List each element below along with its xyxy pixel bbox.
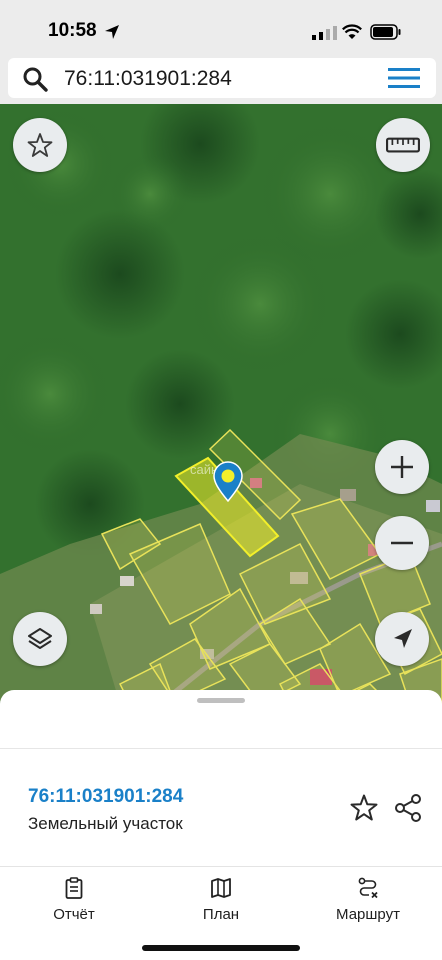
zoom-in-button[interactable] [375,440,429,494]
favorite-button[interactable] [13,118,67,172]
search-icon[interactable] [22,66,48,92]
ruler-icon [386,137,420,153]
tab-route[interactable]: Маршрут [330,876,406,930]
tab-route-label: Маршрут [336,906,400,923]
zoom-out-button[interactable] [375,516,429,570]
satellite-map[interactable]: сайнет [0,104,442,704]
parcel-number[interactable]: 76:11:031901:284 [28,786,183,808]
plus-icon [391,456,413,478]
battery-icon [370,24,401,40]
wifi-icon [342,24,362,39]
signal-icon [312,26,337,40]
my-location-button[interactable] [375,612,429,666]
location-arrow-icon [105,25,119,39]
route-icon [358,877,378,899]
navigation-arrow-icon [394,629,412,648]
home-indicator [142,945,300,951]
tab-report-label: Отчёт [53,906,95,923]
status-time: 10:58 [48,20,97,41]
layers-button[interactable] [13,612,67,666]
tab-plan[interactable]: План [194,876,248,930]
hamburger-menu-icon[interactable] [388,66,420,90]
tab-plan-label: План [202,906,240,923]
search-input[interactable]: 76:11:031901:284 [64,66,364,92]
divider [0,748,442,749]
favorite-star-icon[interactable] [348,792,380,824]
star-outline-icon [27,133,53,157]
sheet-drag-handle[interactable] [197,698,245,703]
tab-report[interactable]: Отчёт [46,876,102,930]
parcel-info-sheet [0,690,442,870]
map-terrain: сайнет [0,104,442,704]
minus-icon [391,541,413,545]
layers-icon [28,628,52,649]
share-icon[interactable] [392,792,424,824]
map-plan-icon [211,878,231,898]
ruler-button[interactable] [376,118,430,172]
report-icon [65,877,83,899]
parcel-type: Земельный участок [28,814,183,833]
